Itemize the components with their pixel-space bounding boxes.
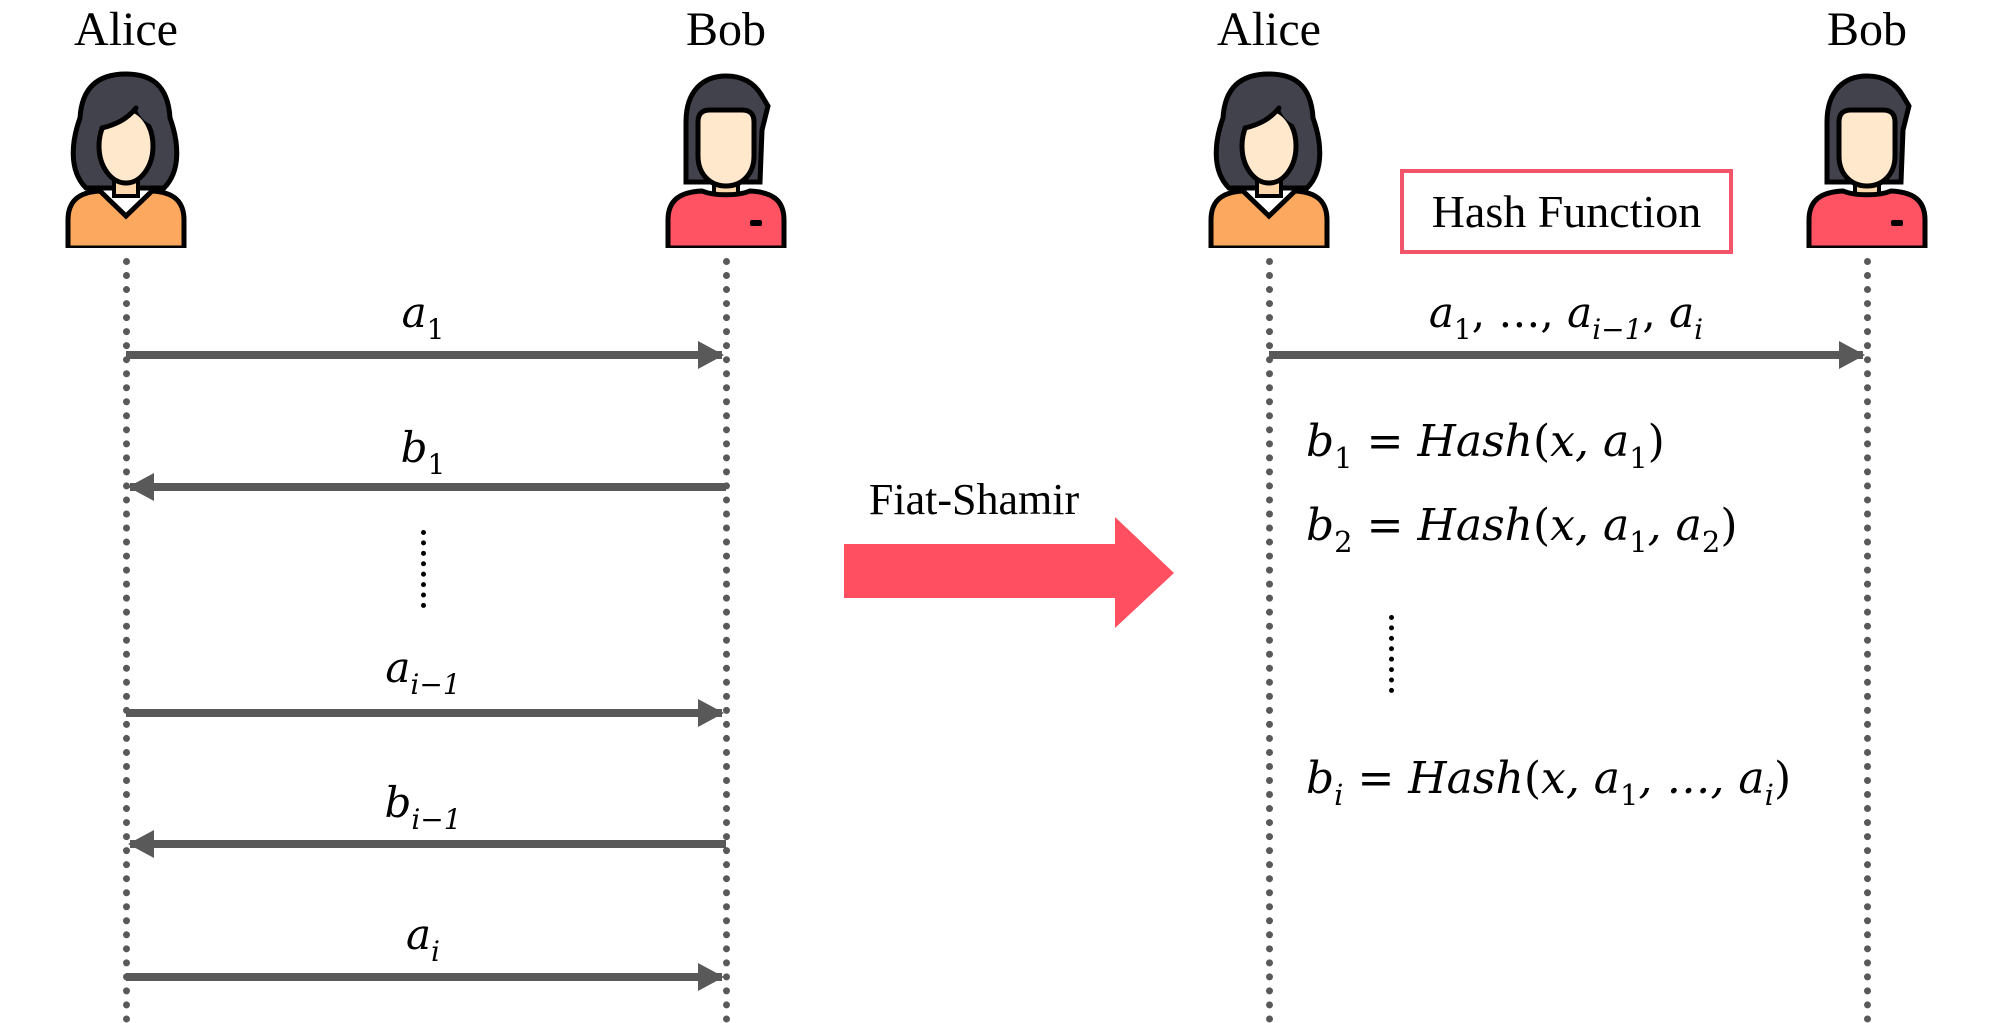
batched-message-arrow bbox=[1269, 341, 1865, 369]
message-label: b1 bbox=[400, 423, 446, 481]
bob-lifeline-left bbox=[723, 258, 730, 1023]
message-arrow-right bbox=[126, 963, 724, 991]
alice-label-right: Alice bbox=[1217, 3, 1321, 56]
bob-label-left: Bob bbox=[685, 3, 767, 56]
batched-message-label: a1, …, ai−1, ai bbox=[1428, 288, 1704, 346]
alice-avatar-icon bbox=[64, 70, 188, 248]
vertical-ellipsis bbox=[421, 530, 426, 608]
bob-avatar-icon bbox=[664, 70, 788, 248]
message-arrow-left bbox=[128, 473, 726, 501]
fiat-shamir-diagram: Alice Bob a1 b1 ai−1 bi−1 ai Fiat-Shamir… bbox=[0, 0, 2000, 1023]
message-arrow-right bbox=[126, 699, 724, 727]
hash-function-label: Hash Function bbox=[1431, 186, 1702, 237]
hash-equation: bi = Hash(x, a1, …, ai) bbox=[1306, 753, 1792, 812]
message-label: bi−1 bbox=[384, 778, 462, 836]
hash-function-box: Hash Function bbox=[1400, 169, 1733, 254]
vertical-ellipsis bbox=[1389, 615, 1394, 693]
bob-avatar-icon bbox=[1805, 70, 1929, 248]
message-label: a1 bbox=[401, 288, 445, 346]
message-arrow-left bbox=[128, 830, 726, 858]
message-label: ai−1 bbox=[385, 643, 461, 701]
alice-avatar-icon bbox=[1207, 70, 1331, 248]
hash-equation: b1 = Hash(x, a1) bbox=[1306, 416, 1665, 475]
message-arrow-right bbox=[126, 341, 724, 369]
transform-arrow-icon bbox=[844, 517, 1174, 628]
hash-equation: b2 = Hash(x, a1, a2) bbox=[1306, 500, 1738, 559]
alice-lifeline-left bbox=[123, 258, 130, 1023]
alice-label-left: Alice bbox=[74, 3, 178, 56]
bob-lifeline-right bbox=[1864, 258, 1871, 1023]
bob-label-right: Bob bbox=[1826, 3, 1908, 56]
alice-lifeline-right bbox=[1266, 258, 1273, 1023]
message-label: ai bbox=[405, 910, 441, 968]
